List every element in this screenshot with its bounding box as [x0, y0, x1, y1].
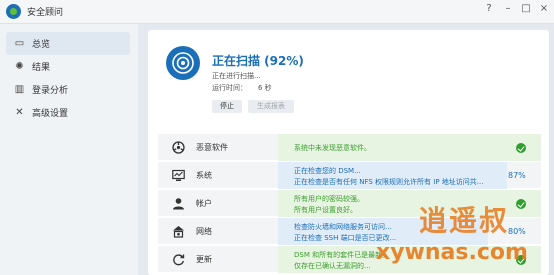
- check-percent: 80%: [508, 227, 526, 236]
- check-percent: 87%: [508, 171, 526, 180]
- title-bar: 安全顾问 ? – □ ×: [0, 0, 554, 24]
- scan-status: 正在进行扫描...: [212, 72, 261, 80]
- advanced-settings-icon: ✕: [15, 107, 24, 118]
- system-icon: [172, 169, 185, 181]
- check-label: 帐户: [196, 199, 212, 208]
- results-icon: ✺: [15, 61, 24, 72]
- login-analysis-icon: ▥: [14, 84, 25, 95]
- maximize-icon[interactable]: □: [519, 3, 533, 14]
- sidebar-item-advanced-settings[interactable]: ✕ 高级设置: [6, 101, 130, 124]
- window-title: 安全顾问: [27, 8, 64, 18]
- malware-icon: [172, 141, 185, 154]
- scan-target-icon: [166, 46, 200, 80]
- watermark-logo: 逍遥叔: [419, 204, 510, 237]
- sidebar-item-label: 高级设置: [32, 109, 69, 119]
- check-label: 更新: [196, 255, 212, 264]
- help-icon[interactable]: ?: [482, 3, 496, 14]
- stop-button[interactable]: 停止: [212, 100, 242, 113]
- minimize-icon[interactable]: –: [501, 3, 515, 14]
- account-icon: [173, 198, 184, 210]
- sidebar-item-label: 结果: [32, 63, 51, 73]
- check-row-system: 系统 正在检查您的 DSM... 正在检查是否有任何 NFS 权限规则允许所有 …: [158, 162, 541, 189]
- runtime-label: 运行时间：: [212, 84, 247, 92]
- sidebar-item-results[interactable]: ✺ 结果: [6, 55, 130, 78]
- check-label: 网络: [196, 227, 212, 236]
- check-label: 恶意软件: [196, 143, 228, 152]
- close-icon[interactable]: ×: [537, 3, 551, 14]
- network-icon: [173, 226, 184, 238]
- check-success-icon: [516, 199, 526, 209]
- runtime-value: 6 秒: [258, 84, 272, 92]
- update-icon: [173, 254, 185, 266]
- check-detail: 系统中未发现恶意软件。: [294, 144, 371, 152]
- sidebar-item-overview[interactable]: ▭ 总览: [6, 32, 130, 55]
- sidebar-item-label: 总览: [32, 40, 51, 50]
- check-success-icon: [516, 143, 526, 153]
- check-label: 系统: [196, 171, 212, 180]
- sidebar-item-label: 登录分析: [32, 86, 69, 96]
- check-detail-line-2: 正在检查是否有任何 NFS 权限规则允许所有 IP 地址访问共...: [294, 178, 484, 186]
- generate-report-button[interactable]: 生成报表: [248, 100, 294, 113]
- app-logo-icon: [6, 4, 21, 19]
- check-row-malware: 恶意软件 系统中未发现恶意软件。: [158, 134, 541, 161]
- check-detail-line-1: 正在检查您的 DSM...: [294, 167, 361, 175]
- watermark-url: xywnas.com: [376, 240, 528, 265]
- scan-title: 正在扫描 (92%): [212, 54, 304, 68]
- sidebar: ▭ 总览 ✺ 结果 ▥ 登录分析 ✕ 高级设置: [0, 24, 138, 275]
- sidebar-item-login-analysis[interactable]: ▥ 登录分析: [6, 78, 130, 101]
- overview-icon: ▭: [14, 38, 25, 49]
